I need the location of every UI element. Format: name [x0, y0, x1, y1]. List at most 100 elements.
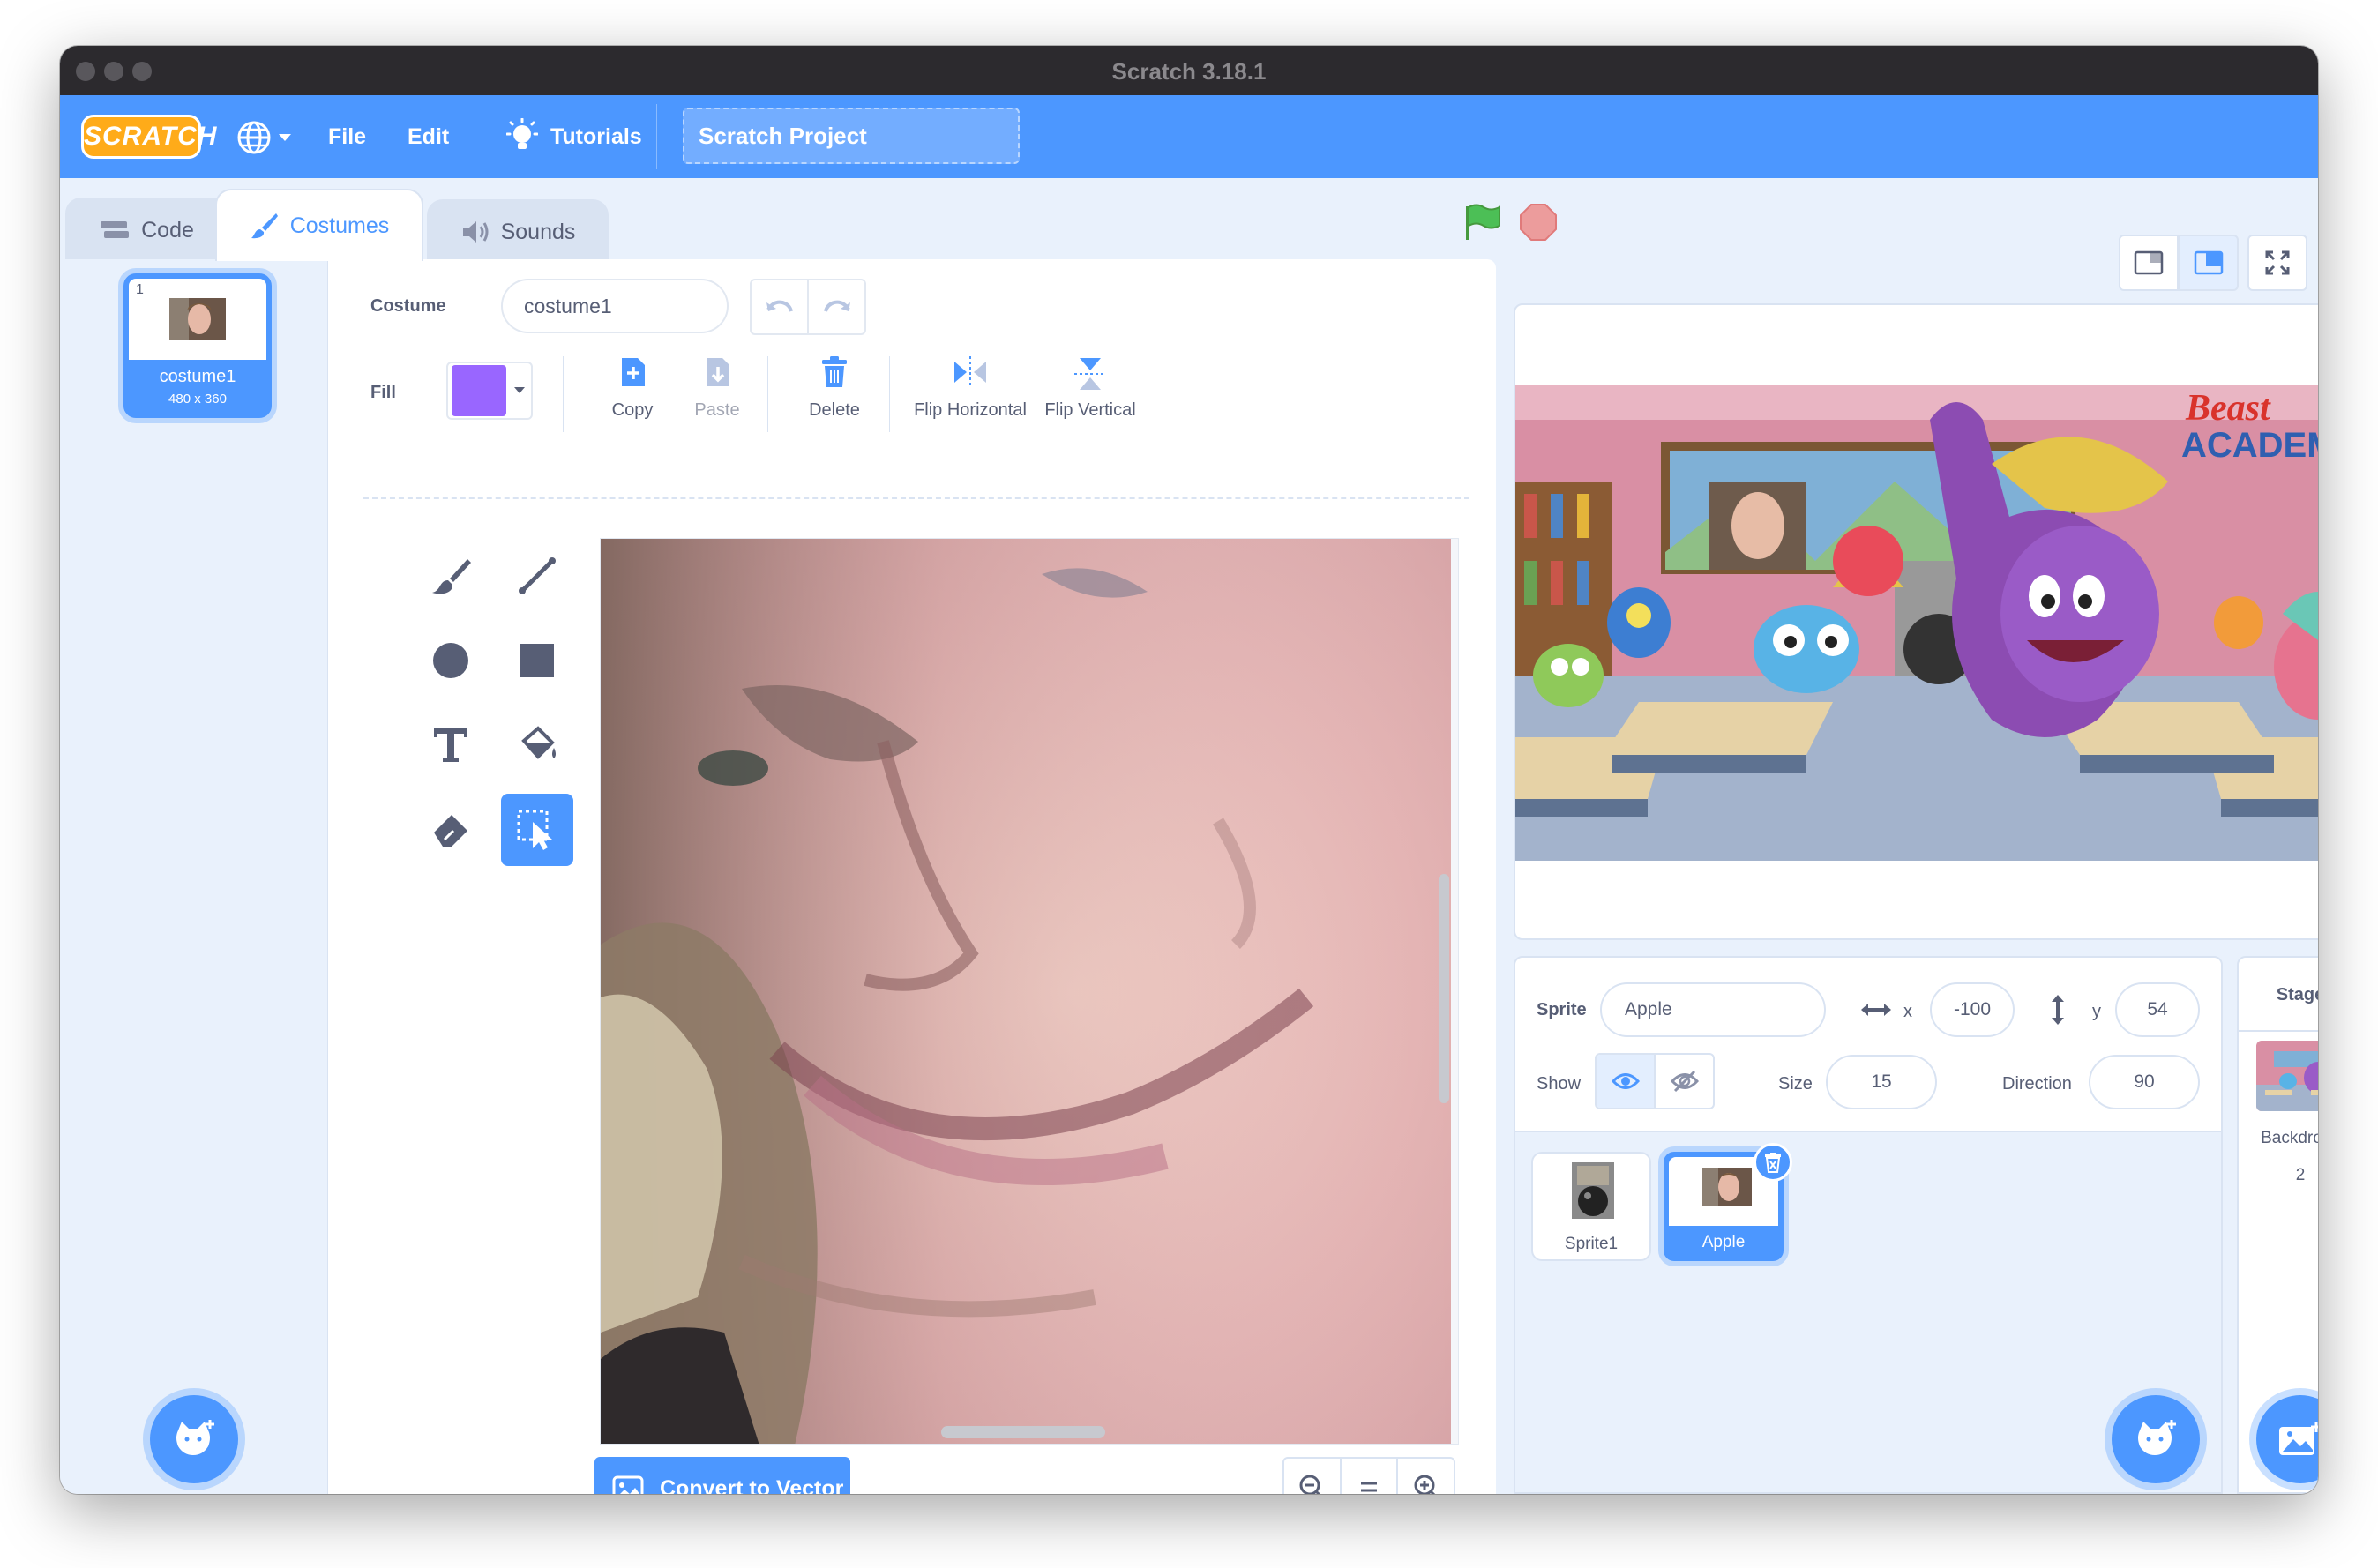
brush-icon: [432, 559, 471, 594]
costume-size: 480 x 360: [168, 392, 227, 407]
show-visible-button[interactable]: [1597, 1055, 1656, 1108]
tab-code-label: Code: [141, 217, 194, 243]
delete-sprite-button[interactable]: [1754, 1143, 1792, 1182]
fullscreen-button[interactable]: [2247, 235, 2307, 291]
line-icon: [519, 557, 556, 594]
paste-button[interactable]: Paste: [677, 355, 757, 421]
flip-horizontal-button[interactable]: Flip Horizontal: [910, 355, 1030, 421]
zoom-in-icon: [1414, 1475, 1435, 1494]
circle-tool[interactable]: [415, 624, 487, 697]
globe-icon: [237, 121, 271, 154]
equals-icon: [1361, 1482, 1377, 1492]
flip-vertical-button[interactable]: Flip Vertical: [1037, 355, 1143, 421]
sprite-label: Sprite: [1537, 1000, 1587, 1019]
project-title-input[interactable]: Scratch Project: [683, 108, 1020, 164]
undo-icon: [766, 300, 793, 312]
stage-backdrop: Beast ACADEMY: [1515, 385, 2318, 861]
paintbrush-icon: [251, 213, 278, 239]
apple-thumbnail: [1702, 1168, 1752, 1206]
redo-button[interactable]: [809, 280, 864, 333]
language-menu[interactable]: [236, 120, 293, 155]
rectangle-tool[interactable]: [501, 624, 573, 697]
vertical-arrows-icon: [2052, 995, 2064, 1025]
x-label: x: [1903, 1002, 1912, 1021]
eraser-tool[interactable]: [415, 794, 487, 866]
paste-label: Paste: [694, 400, 740, 420]
sprite1-thumbnail: [1572, 1162, 1614, 1219]
file-menu[interactable]: File: [328, 95, 366, 178]
direction-input[interactable]: 90: [2089, 1055, 2200, 1109]
paint-editor: Costume costume1 Fill Copy Paste Delete …: [328, 259, 1496, 1494]
costume-thumbnail: 1: [129, 279, 266, 360]
backdrop-thumbnail: [2256, 1041, 2318, 1111]
stage[interactable]: Beast ACADEMY: [1514, 303, 2318, 940]
undo-button[interactable]: [752, 280, 809, 333]
scratch-logo[interactable]: SCRATCH: [81, 115, 216, 159]
tutorials-button[interactable]: Tutorials: [506, 95, 642, 178]
edit-menu[interactable]: Edit: [408, 95, 449, 178]
window-title: Scratch 3.18.1: [1111, 58, 1267, 85]
y-input[interactable]: 54: [2115, 982, 2200, 1037]
tab-costumes[interactable]: Costumes: [215, 189, 423, 261]
sprite-tile-sprite1[interactable]: Sprite1: [1531, 1152, 1651, 1261]
show-toggle: [1595, 1053, 1715, 1109]
zoom-reset-button[interactable]: [1342, 1459, 1399, 1494]
select-tool[interactable]: [501, 794, 573, 866]
eye-slash-icon: [1670, 1070, 1699, 1093]
delete-button[interactable]: Delete: [792, 355, 877, 421]
undo-redo-group: [750, 279, 866, 335]
select-icon: [517, 810, 552, 850]
show-hidden-button[interactable]: [1656, 1055, 1713, 1108]
tab-costumes-label: Costumes: [289, 213, 390, 238]
caret-down-icon: [279, 134, 291, 141]
fill-tool[interactable]: [501, 709, 573, 781]
copy-button[interactable]: Copy: [593, 355, 672, 421]
fill-swatch: [452, 365, 506, 416]
flip-vertical-icon: [1074, 358, 1106, 390]
divider: [563, 356, 564, 432]
green-flag-button[interactable]: [1462, 203, 1503, 246]
tab-code[interactable]: Code: [65, 198, 228, 261]
brush-tool[interactable]: [415, 540, 487, 612]
costume-name-input[interactable]: costume1: [501, 279, 729, 333]
show-label: Show: [1537, 1074, 1582, 1094]
zoom-in-button[interactable]: [1398, 1459, 1454, 1494]
horizontal-arrows-icon: [1861, 1004, 1891, 1016]
zoom-out-button[interactable]: [1284, 1459, 1342, 1494]
caret-down-icon: [514, 387, 525, 393]
line-tool[interactable]: [501, 540, 573, 612]
costume-item[interactable]: 1 costume1 480 x 360: [123, 273, 272, 418]
size-input[interactable]: 15: [1826, 1055, 1937, 1109]
small-stage-icon: [2134, 250, 2164, 275]
stop-button[interactable]: [1519, 203, 1558, 246]
zoom-controls: [1282, 1457, 1455, 1494]
sprite-name: Apple: [1701, 1233, 1746, 1251]
backdrop-plus-icon: [2279, 1422, 2318, 1455]
tutorials-label: Tutorials: [550, 124, 642, 149]
tab-sounds[interactable]: Sounds: [427, 199, 609, 263]
sprite-tile-apple[interactable]: Apple: [1664, 1143, 1792, 1261]
flip-horizontal-icon: [954, 356, 986, 388]
sprite-name-input[interactable]: Apple: [1600, 982, 1826, 1037]
title-bar: Scratch 3.18.1: [60, 46, 2318, 95]
delete-label: Delete: [809, 400, 860, 420]
y-label: y: [2092, 1002, 2101, 1021]
x-input[interactable]: -100: [1930, 982, 2015, 1037]
eye-icon: [1611, 1073, 1640, 1089]
eraser-icon: [434, 815, 467, 847]
stage-logo-line2: ACADEMY: [2181, 426, 2318, 465]
sprite-name: Sprite1: [1564, 1235, 1619, 1253]
rectangle-icon: [520, 644, 554, 677]
small-stage-button[interactable]: [2119, 235, 2179, 291]
choose-sprite-button[interactable]: [2112, 1395, 2200, 1483]
backdrops-label: Backdrops: [2261, 1129, 2318, 1147]
divider: [767, 356, 768, 432]
choose-costume-button[interactable]: [150, 1395, 238, 1483]
convert-to-vector-button[interactable]: Convert to Vector: [594, 1457, 850, 1494]
text-tool[interactable]: [415, 709, 487, 781]
speaker-icon: [462, 221, 489, 243]
trash-icon: [822, 356, 847, 387]
drawing-canvas[interactable]: [600, 538, 1459, 1445]
fill-color-picker[interactable]: [446, 362, 533, 420]
normal-stage-button[interactable]: [2179, 235, 2239, 291]
